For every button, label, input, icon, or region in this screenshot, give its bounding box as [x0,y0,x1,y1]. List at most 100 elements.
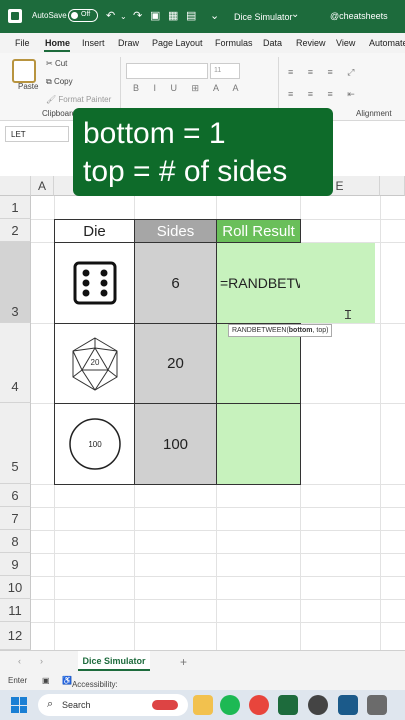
prev-sheet-icon[interactable]: ‹ [18,656,21,666]
excel-taskbar-icon[interactable] [278,695,298,715]
font-size-box[interactable]: 11 [210,63,240,79]
column-header-f[interactable] [380,176,405,196]
sides-cell-d6[interactable]: 6 [134,242,217,324]
search-icon: ⌕ [47,698,54,710]
customize-icon[interactable]: ⌄ [210,9,219,22]
d6-icon [73,261,116,305]
calculator-icon[interactable] [367,695,387,715]
sheet-tab-dice-simulator[interactable]: Dice Simulator [78,651,150,671]
die-cell-d100[interactable]: 100 [54,403,135,485]
tooltip-function: RANDBETWEEN( [232,327,289,334]
row-header-9[interactable]: 9 [0,553,31,576]
d20-icon: 20 [72,336,117,391]
alignment-group-label: Alignment [356,109,392,118]
function-argument-tooltip[interactable]: RANDBETWEEN(bottom, top) [228,324,333,337]
autosave-toggle[interactable]: Off [68,9,98,22]
gridline [31,530,405,531]
font-name-box[interactable] [126,63,208,79]
undo-icon[interactable]: ↶ [106,9,115,22]
chrome-icon[interactable] [249,695,269,715]
ibeam-cursor-icon: Ｉ [342,308,355,322]
select-all-corner[interactable] [0,176,31,196]
row-header-10[interactable]: 10 [0,576,31,599]
row-header-12[interactable]: 12 [0,622,31,650]
row-header-2[interactable]: 2 [0,219,31,242]
format-painter-label: Format Painter [58,95,112,104]
row-header-11[interactable]: 11 [0,599,31,622]
tab-home[interactable]: Home [45,38,70,48]
title-bar: AutoSave Off ↶ ⌄ ↷ ▣ ▦ ▤ ⌄ Dice Simulato… [0,0,405,33]
taskbar-search[interactable]: ⌕ Search [38,694,188,716]
save-icon[interactable]: ▣ [150,9,160,22]
paste-button[interactable]: Paste [18,82,38,91]
row-header-8[interactable]: 8 [0,530,31,553]
copy-label: Copy [53,77,73,86]
tab-review[interactable]: Review [296,38,326,48]
gridline [31,576,405,577]
windows-start-icon[interactable] [11,697,27,713]
sheet-tab-bar: ‹ › Dice Simulator + [0,650,405,672]
accessibility-status[interactable]: ♿ Accessibility: Investigate [62,676,118,698]
excel-logo-icon [8,9,22,23]
row-header-7[interactable]: 7 [0,507,31,530]
roll-cell-d6-editing[interactable]: =RANDBETWEEN(1 [216,242,350,324]
row-header-3[interactable]: 3 [0,242,31,323]
sides-cell-d100[interactable]: 100 [134,403,217,485]
tab-insert[interactable]: Insert [82,38,105,48]
tab-page-layout[interactable]: Page Layout [152,38,203,48]
spotify-icon[interactable] [220,695,240,715]
gridline [31,622,405,623]
row-header-1[interactable]: 1 [0,196,31,219]
ribbon-tabs: File Home Insert Draw Page Layout Formul… [0,33,405,53]
row-header-6[interactable]: 6 [0,484,31,507]
header-sides[interactable]: Sides [134,219,217,243]
search-label: Search [62,700,91,710]
autosave-state: Off [81,11,91,18]
active-tab-underline [44,50,70,52]
d100-label: 100 [88,440,102,449]
font-format-buttons[interactable]: B I U ⊞ A A [133,83,245,94]
gridline [31,553,405,554]
row-header-5[interactable]: 5 [0,403,31,484]
app-icon[interactable] [308,695,328,715]
die-cell-d6[interactable] [54,242,135,324]
roll-cell-d100[interactable] [216,403,301,485]
title-chevron-icon[interactable]: ⌄ [291,9,299,20]
tooltip-active-arg: bottom [288,327,313,334]
caption-line-1: bottom = 1 [83,117,226,150]
watermark-handle: @cheatsheets [330,11,388,21]
tab-formulas[interactable]: Formulas [215,38,253,48]
redo-icon[interactable]: ↷ [133,9,142,22]
table-icon[interactable]: ▦ [168,9,178,22]
macro-icon[interactable]: ▣ [42,676,50,685]
app-icon-2[interactable] [338,695,358,715]
next-sheet-icon[interactable]: › [40,656,43,666]
format-icon[interactable]: ▤ [186,9,196,22]
formula-overflow-area [300,243,375,323]
copy-button[interactable]: ⧉ Copy [46,77,73,87]
gridline [31,507,405,508]
windows-taskbar: ⌕ Search [0,690,405,720]
d20-label: 20 [90,358,99,367]
format-painter-button[interactable]: 🖌 Format Painter [46,95,111,104]
cut-button[interactable]: ✂ Cut [46,59,67,68]
tooltip-rest: , top) [312,327,329,334]
sides-cell-d20[interactable]: 20 [134,323,217,404]
header-roll-result[interactable]: Roll Result [216,219,301,243]
alignment-buttons[interactable]: ≡ ≡ ≡ ⤢ ≡ ≡ ≡ ⇤ [288,61,361,105]
row-header-4[interactable]: 4 [0,323,31,403]
cut-label: Cut [54,59,68,68]
tab-data[interactable]: Data [263,38,282,48]
tab-file[interactable]: File [15,38,30,48]
tab-automate[interactable]: Automate [369,38,405,48]
header-die[interactable]: Die [54,219,135,243]
tab-draw[interactable]: Draw [118,38,139,48]
paste-icon[interactable] [12,59,36,83]
file-explorer-icon[interactable] [193,695,213,715]
name-box[interactable]: LET [5,126,69,142]
die-cell-d20[interactable]: 20 [54,323,135,404]
undo-dropdown-icon[interactable]: ⌄ [120,12,127,21]
add-sheet-icon[interactable]: + [180,655,187,669]
tab-view[interactable]: View [336,38,355,48]
column-header-a[interactable]: A [31,176,54,196]
